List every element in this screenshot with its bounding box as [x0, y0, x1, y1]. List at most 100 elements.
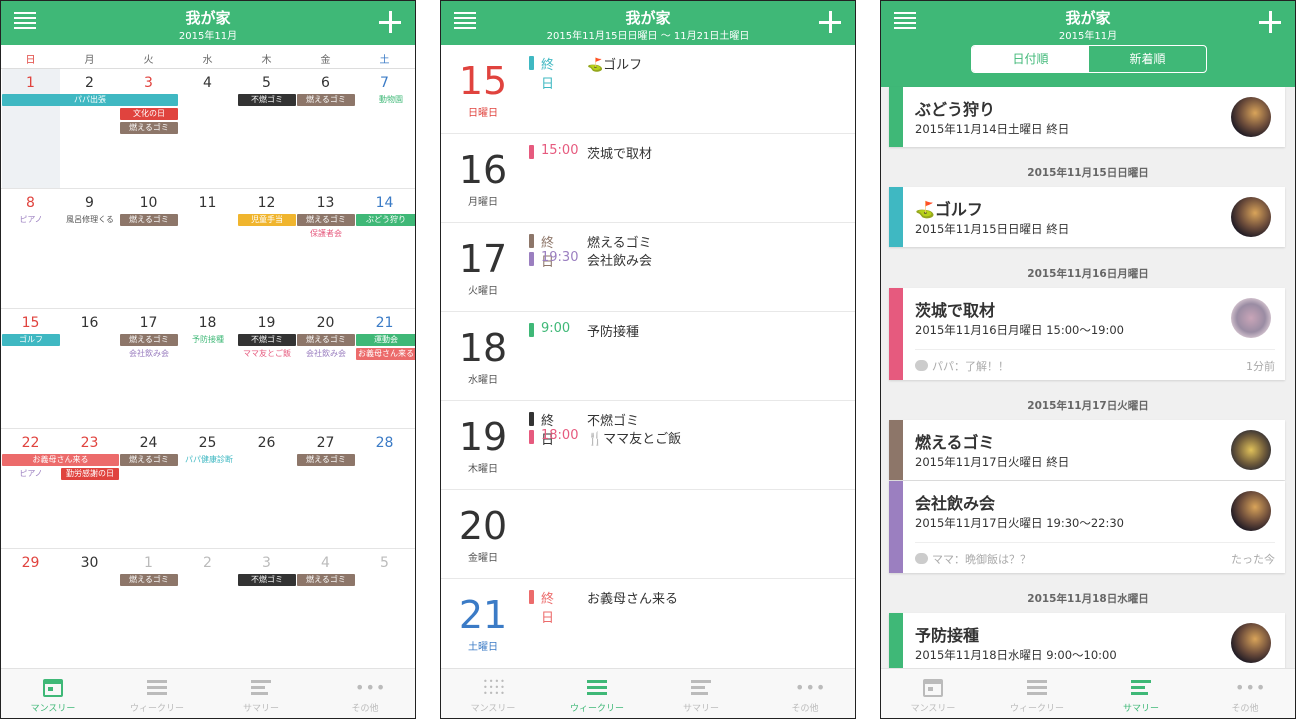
event-chip[interactable]: 燃えるゴミ — [297, 574, 355, 586]
tab-other[interactable]: ••• その他 — [753, 669, 855, 718]
day-cell[interactable]: 2 — [60, 75, 119, 91]
event-chip[interactable]: 燃えるゴミ — [297, 454, 355, 466]
event-chip[interactable]: 児童手当 — [238, 214, 296, 226]
event-text[interactable]: 風呂修理くる — [61, 214, 119, 226]
day-cell[interactable]: 25 — [178, 435, 237, 451]
day-cell[interactable]: 21 — [355, 315, 414, 331]
day-cell[interactable]: 29 — [1, 555, 60, 571]
tab-other[interactable]: ••• その他 — [313, 669, 415, 718]
add-icon[interactable] — [379, 11, 401, 33]
tab-summary[interactable]: サマリー — [649, 669, 753, 718]
event-text[interactable]: ママ友とご飯 — [238, 348, 296, 360]
tab-other[interactable]: ••• その他 — [1193, 669, 1295, 718]
event-chip[interactable]: 燃えるゴミ — [120, 122, 178, 134]
day-cell[interactable]: 30 — [60, 555, 119, 571]
day-cell[interactable]: 18 — [178, 315, 237, 331]
event-chip[interactable]: 燃えるゴミ — [297, 214, 355, 226]
event-card[interactable]: 燃えるゴミ 2015年11月17日火曜日 終日 — [889, 420, 1285, 480]
event-card[interactable]: 会社飲み会 2015年11月17日火曜日 19:30〜22:30 ママ：晩御飯は… — [889, 481, 1285, 573]
tab-weekly[interactable]: ウィークリー — [105, 669, 209, 718]
event-chip[interactable]: 燃えるゴミ — [120, 214, 178, 226]
event-chip[interactable]: 勤労感謝の日 — [61, 468, 119, 480]
tab-summary[interactable]: サマリー — [1089, 669, 1193, 718]
day-cell[interactable]: 17 — [119, 315, 178, 331]
tab-weekly[interactable]: ウィークリー — [985, 669, 1089, 718]
day-cell[interactable]: 3 — [119, 75, 178, 91]
add-icon[interactable] — [1259, 11, 1281, 33]
tab-weekly[interactable]: ウィークリー — [545, 669, 649, 718]
event-card[interactable]: 予防接種 2015年11月18日水曜日 9:00〜10:00 — [889, 613, 1285, 673]
comment-row[interactable]: パパ：了解！！ 1分前 — [915, 349, 1275, 374]
day-cell[interactable]: 22 — [1, 435, 60, 451]
day-cell[interactable]: 8 — [1, 195, 60, 211]
tab-monthly[interactable]: マンスリー — [1, 669, 105, 718]
day-cell[interactable]: 1 — [119, 555, 178, 571]
day-cell[interactable]: 1 — [1, 75, 60, 91]
sort-by-newest[interactable]: 新着順 — [1089, 46, 1206, 72]
event-chip[interactable]: ゴルフ — [2, 334, 60, 346]
day-cell[interactable]: 27 — [296, 435, 355, 451]
day-cell[interactable]: 24 — [119, 435, 178, 451]
day-cell[interactable]: 12 — [237, 195, 296, 211]
week-day-row[interactable]: 16 月曜日 15:00 茨城で取材 — [441, 134, 855, 223]
event-text[interactable]: 保護者会 — [297, 228, 355, 240]
event-card[interactable]: ぶどう狩り 2015年11月14日土曜日 終日 — [889, 87, 1285, 147]
event-text[interactable]: パパ健康診断 — [181, 454, 237, 466]
event-chip[interactable]: お義母さん来る — [2, 454, 119, 466]
event-chip[interactable]: 燃えるゴミ — [297, 94, 355, 106]
day-cell[interactable]: 23 — [60, 435, 119, 451]
tab-summary[interactable]: サマリー — [209, 669, 313, 718]
tab-monthly[interactable]: •••• •••• •••• マンスリー — [441, 669, 545, 718]
day-cell[interactable]: 5 — [355, 555, 414, 571]
day-cell[interactable]: 3 — [237, 555, 296, 571]
event-chip[interactable]: 不燃ゴミ — [238, 574, 296, 586]
event-chip[interactable]: 燃えるゴミ — [120, 454, 178, 466]
day-cell[interactable]: 13 — [296, 195, 355, 211]
event-text[interactable]: ピアノ — [7, 214, 55, 226]
day-cell[interactable]: 4 — [296, 555, 355, 571]
event-card[interactable]: 茨城で取材 2015年11月16日月曜日 15:00〜19:00 パパ：了解！！… — [889, 288, 1285, 380]
day-cell[interactable]: 6 — [296, 75, 355, 91]
event-chip[interactable]: お義母さん来る — [356, 348, 415, 360]
event-chip[interactable]: 燃えるゴミ — [120, 574, 178, 586]
day-cell[interactable]: 26 — [237, 435, 296, 451]
event-chip[interactable]: 文化の日 — [120, 108, 178, 120]
week-day-row[interactable]: 15 日曜日 終日 ⛳ゴルフ — [441, 45, 855, 134]
day-cell[interactable]: 16 — [60, 315, 119, 331]
day-cell[interactable]: 20 — [296, 315, 355, 331]
event-text[interactable]: 予防接種 — [179, 334, 237, 346]
event-text[interactable]: 会社飲み会 — [297, 348, 355, 360]
add-icon[interactable] — [819, 11, 841, 33]
day-cell[interactable]: 9 — [60, 195, 119, 211]
day-cell[interactable]: 10 — [119, 195, 178, 211]
day-cell[interactable]: 5 — [237, 75, 296, 91]
day-cell[interactable]: 11 — [178, 195, 237, 211]
week-day-row[interactable]: 21 土曜日 終日 お義母さん来る — [441, 579, 855, 668]
event-chip[interactable]: 運動会 — [356, 334, 415, 346]
week-day-row[interactable]: 18 水曜日 9:00 予防接種 — [441, 312, 855, 401]
event-text[interactable]: 会社飲み会 — [120, 348, 178, 360]
tab-monthly[interactable]: マンスリー — [881, 669, 985, 718]
event-card[interactable]: ⛳ゴルフ 2015年11月15日日曜日 終日 — [889, 187, 1285, 247]
day-cell[interactable]: 15 — [1, 315, 60, 331]
event-text[interactable]: ピアノ — [7, 468, 55, 480]
dow-tue: 火 — [143, 55, 154, 66]
day-cell[interactable]: 7 — [355, 75, 414, 91]
week-day-row[interactable]: 20 金曜日 — [441, 490, 855, 579]
event-chip[interactable]: 不燃ゴミ — [238, 334, 296, 346]
sort-by-date[interactable]: 日付順 — [972, 46, 1089, 72]
event-text[interactable]: 動物園 — [367, 94, 415, 106]
day-cell[interactable]: 19 — [237, 315, 296, 331]
week-day-row[interactable]: 17 火曜日 終日 燃えるゴミ 19:30 会社飲み会 — [441, 223, 855, 312]
event-chip[interactable]: 不燃ゴミ — [238, 94, 296, 106]
day-cell[interactable]: 14 — [355, 195, 414, 211]
day-cell[interactable]: 4 — [178, 75, 237, 91]
event-chip[interactable]: パパ出張 — [2, 94, 178, 106]
event-chip[interactable]: 燃えるゴミ — [297, 334, 355, 346]
event-chip[interactable]: 燃えるゴミ — [120, 334, 178, 346]
event-chip[interactable]: ぶどう狩り — [356, 214, 415, 226]
week-day-row[interactable]: 19 木曜日 終日 不燃ゴミ 18:00 🍴ママ友とご飯 — [441, 401, 855, 490]
day-cell[interactable]: 28 — [355, 435, 414, 451]
comment-row[interactable]: ママ：晩御飯は？？ たった今 — [915, 542, 1275, 567]
day-cell[interactable]: 2 — [178, 555, 237, 571]
